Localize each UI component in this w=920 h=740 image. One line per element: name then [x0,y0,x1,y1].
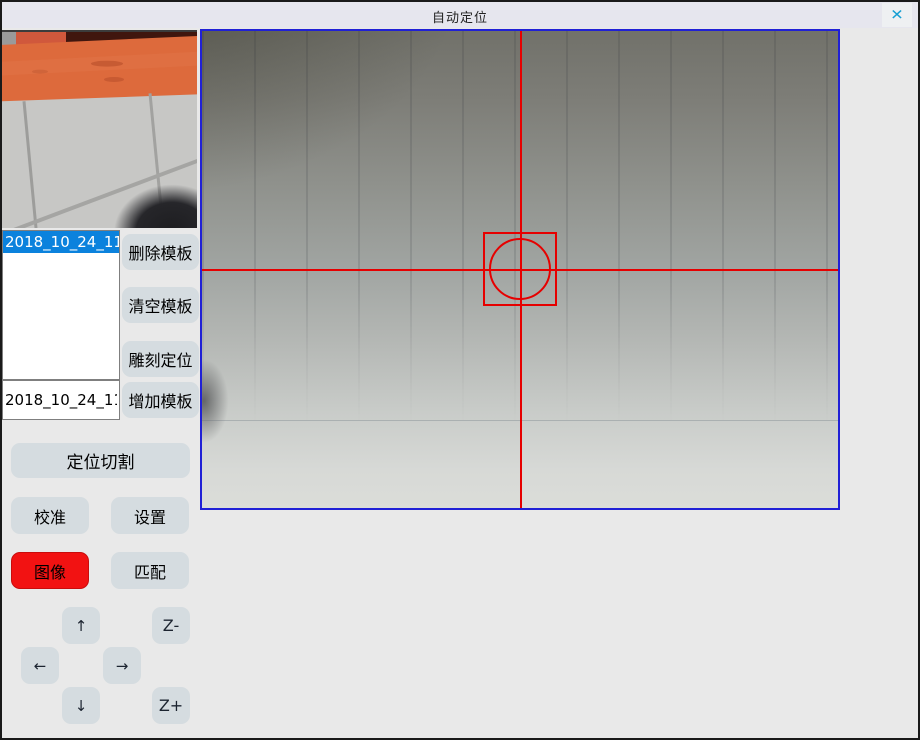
jog-up-button[interactable]: ↑ [62,607,100,644]
match-button[interactable]: 匹配 [111,552,189,589]
match-region-circle [489,238,551,300]
jog-down-button[interactable]: ↓ [62,687,100,724]
screen: 自动定位 ✕ [0,0,920,740]
jog-left-button[interactable]: ← [21,647,59,684]
template-preview-image [2,30,197,228]
image-button-active[interactable]: 图像 [11,552,89,589]
add-template-button[interactable]: 增加模板 [122,382,199,418]
delete-template-button[interactable]: 删除模板 [122,234,199,270]
engrave-position-button[interactable]: 雕刻定位 [122,341,199,377]
titlebar: 自动定位 ✕ [2,2,918,28]
clear-templates-button[interactable]: 清空模板 [122,287,199,323]
list-item[interactable]: 2018_10_24_11 [3,231,119,253]
close-icon: ✕ [890,8,903,22]
jog-right-button[interactable]: → [103,647,141,684]
calibrate-button[interactable]: 校准 [11,497,89,534]
auto-position-dialog: 自动定位 ✕ [0,0,920,740]
template-name-input[interactable] [2,380,120,420]
settings-button[interactable]: 设置 [111,497,189,534]
close-button[interactable]: ✕ [882,3,912,27]
position-cut-button[interactable]: 定位切割 [11,443,190,478]
dialog-title: 自动定位 [2,7,918,26]
jog-z-plus-button[interactable]: Z+ [152,687,190,724]
camera-viewport[interactable] [200,29,840,510]
template-list[interactable]: 2018_10_24_11 [2,230,120,380]
jog-z-minus-button[interactable]: Z- [152,607,190,644]
